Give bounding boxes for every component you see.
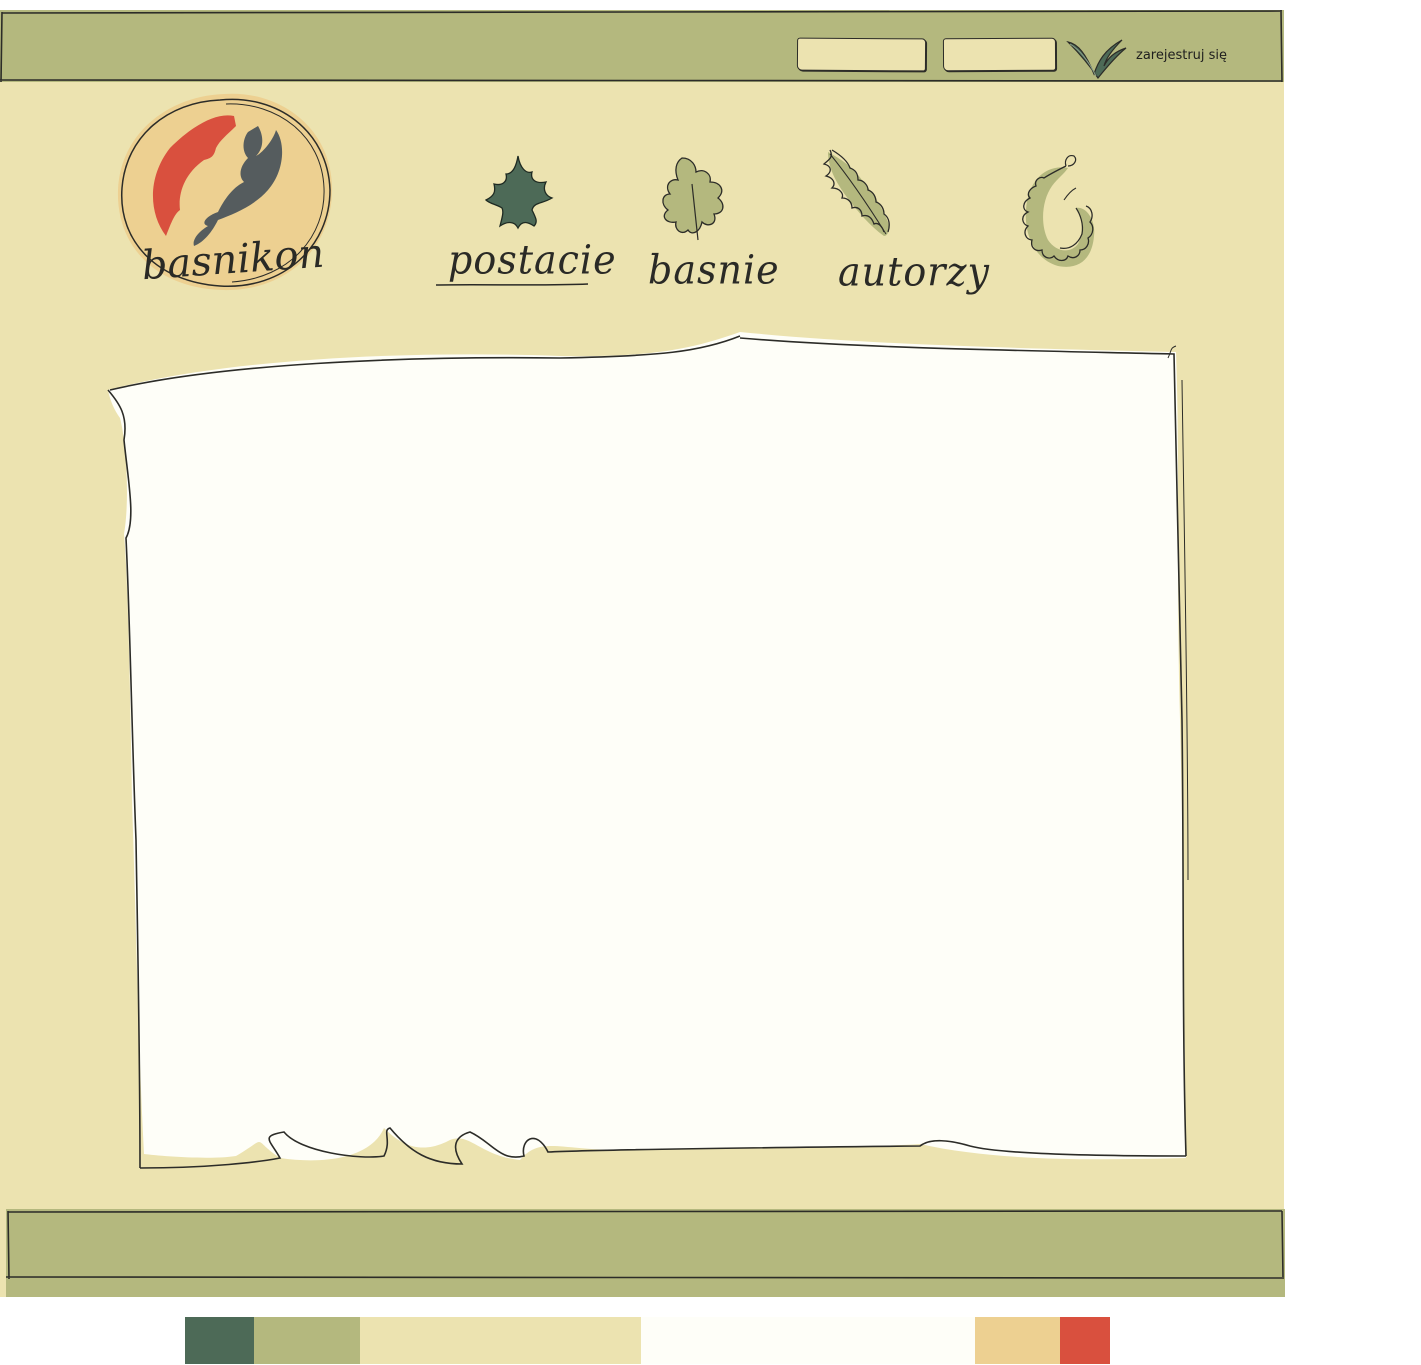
leaf-login-icon[interactable] [1064, 36, 1128, 82]
password-input[interactable] [942, 37, 1057, 72]
palette-swatch-olive [254, 1317, 360, 1364]
oak-leaf-icon[interactable] [656, 154, 732, 244]
palette-swatch-cream [360, 1317, 641, 1364]
curled-leaf-icon[interactable] [1006, 152, 1102, 276]
nav-autorzy[interactable]: autorzy [838, 249, 990, 295]
content-panel [107, 332, 1189, 1169]
basnikon-logo[interactable]: basnikon [108, 86, 340, 298]
header-bar: zarejestruj się [0, 10, 1284, 82]
login-input[interactable] [796, 37, 927, 72]
footer-sketch-border [6, 1210, 1285, 1280]
register-link[interactable]: zarejestruj się [1136, 48, 1227, 63]
palette-swatch-ivory [641, 1317, 975, 1364]
footer-bar [6, 1209, 1285, 1297]
nav-basnie[interactable]: basnie [648, 247, 780, 293]
maple-leaf-icon[interactable] [484, 152, 556, 232]
palette-swatch-red [1060, 1317, 1110, 1364]
palette-swatch-sand [975, 1317, 1060, 1364]
nav-postacie[interactable]: postacie [448, 237, 617, 283]
active-underline [435, 283, 589, 286]
fern-leaf-icon[interactable] [818, 146, 898, 240]
palette-swatch-dark-green [185, 1317, 254, 1364]
